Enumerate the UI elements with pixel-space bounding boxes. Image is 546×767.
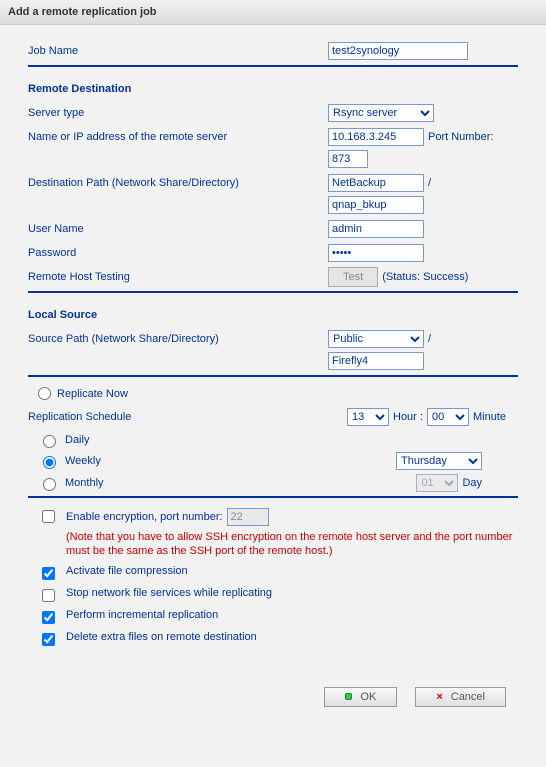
monthly-label: Monthly	[65, 477, 195, 489]
password-input[interactable]	[328, 244, 424, 262]
day-label: Day	[462, 477, 482, 489]
close-icon: ×	[436, 691, 442, 703]
window-title: Add a remote replication job	[0, 0, 546, 25]
minute-select[interactable]: 00	[427, 408, 469, 426]
monthday-select[interactable]: 01	[416, 474, 458, 492]
weekly-radio[interactable]	[43, 456, 56, 469]
stop-services-label: Stop network file services while replica…	[66, 587, 272, 599]
compress-label: Activate file compression	[66, 565, 188, 577]
name-ip-label: Name or IP address of the remote server	[28, 131, 328, 143]
delete-extra-label: Delete extra files on remote destination	[66, 631, 257, 643]
cancel-button[interactable]: × Cancel	[415, 687, 506, 707]
delete-extra-checkbox[interactable]	[42, 633, 55, 646]
slash: /	[428, 333, 431, 345]
name-ip-input[interactable]	[328, 128, 424, 146]
separator	[28, 291, 518, 293]
server-type-select[interactable]: Rsync server	[328, 104, 434, 122]
separator	[28, 496, 518, 498]
replicate-now-label: Replicate Now	[57, 388, 128, 400]
remote-test-label: Remote Host Testing	[28, 271, 328, 283]
schedule-title: Replication Schedule	[28, 411, 131, 423]
separator	[28, 375, 518, 377]
separator	[28, 65, 518, 67]
source-share-select[interactable]: Public	[328, 330, 424, 348]
daily-radio[interactable]	[43, 435, 56, 448]
port-input[interactable]	[328, 150, 368, 168]
source-path-label: Source Path (Network Share/Directory)	[28, 333, 328, 345]
encrypt-checkbox[interactable]	[42, 510, 55, 523]
cancel-button-label: Cancel	[451, 691, 485, 703]
dest-path-label: Destination Path (Network Share/Director…	[28, 177, 328, 189]
ok-button[interactable]: OK	[324, 687, 397, 707]
port-label: Port Number:	[428, 131, 493, 143]
form-content: Job Name Remote Destination Server type …	[0, 25, 546, 671]
ok-button-label: OK	[360, 691, 376, 703]
encrypt-note: (Note that you have to allow SSH encrypt…	[66, 530, 518, 559]
weekday-select[interactable]: Thursday	[396, 452, 482, 470]
encrypt-port-input	[227, 508, 269, 526]
encrypt-label: Enable encryption, port number:	[66, 511, 223, 523]
job-name-label: Job Name	[28, 45, 328, 57]
hour-label: Hour :	[393, 411, 423, 423]
password-label: Password	[28, 247, 328, 259]
remote-destination-title: Remote Destination	[28, 83, 518, 95]
job-name-input[interactable]	[328, 42, 468, 60]
test-status: (Status: Success)	[382, 271, 468, 283]
test-button: Test	[328, 267, 378, 287]
local-source-title: Local Source	[28, 309, 518, 321]
slash: /	[428, 177, 431, 189]
replicate-now-radio[interactable]	[38, 387, 51, 400]
hour-select[interactable]: 13	[347, 408, 389, 426]
daily-label: Daily	[65, 434, 195, 446]
footer-buttons: OK × Cancel	[0, 671, 546, 729]
server-type-label: Server type	[28, 107, 328, 119]
incremental-label: Perform incremental replication	[66, 609, 218, 621]
stop-services-checkbox[interactable]	[42, 589, 55, 602]
monthly-radio[interactable]	[43, 478, 56, 491]
dest-share-input[interactable]	[328, 174, 424, 192]
username-input[interactable]	[328, 220, 424, 238]
source-dir-input[interactable]	[328, 352, 424, 370]
compress-checkbox[interactable]	[42, 567, 55, 580]
ok-icon	[345, 693, 352, 700]
username-label: User Name	[28, 223, 328, 235]
dest-dir-input[interactable]	[328, 196, 424, 214]
minute-label: Minute	[473, 411, 506, 423]
incremental-checkbox[interactable]	[42, 611, 55, 624]
weekly-label: Weekly	[65, 455, 195, 467]
